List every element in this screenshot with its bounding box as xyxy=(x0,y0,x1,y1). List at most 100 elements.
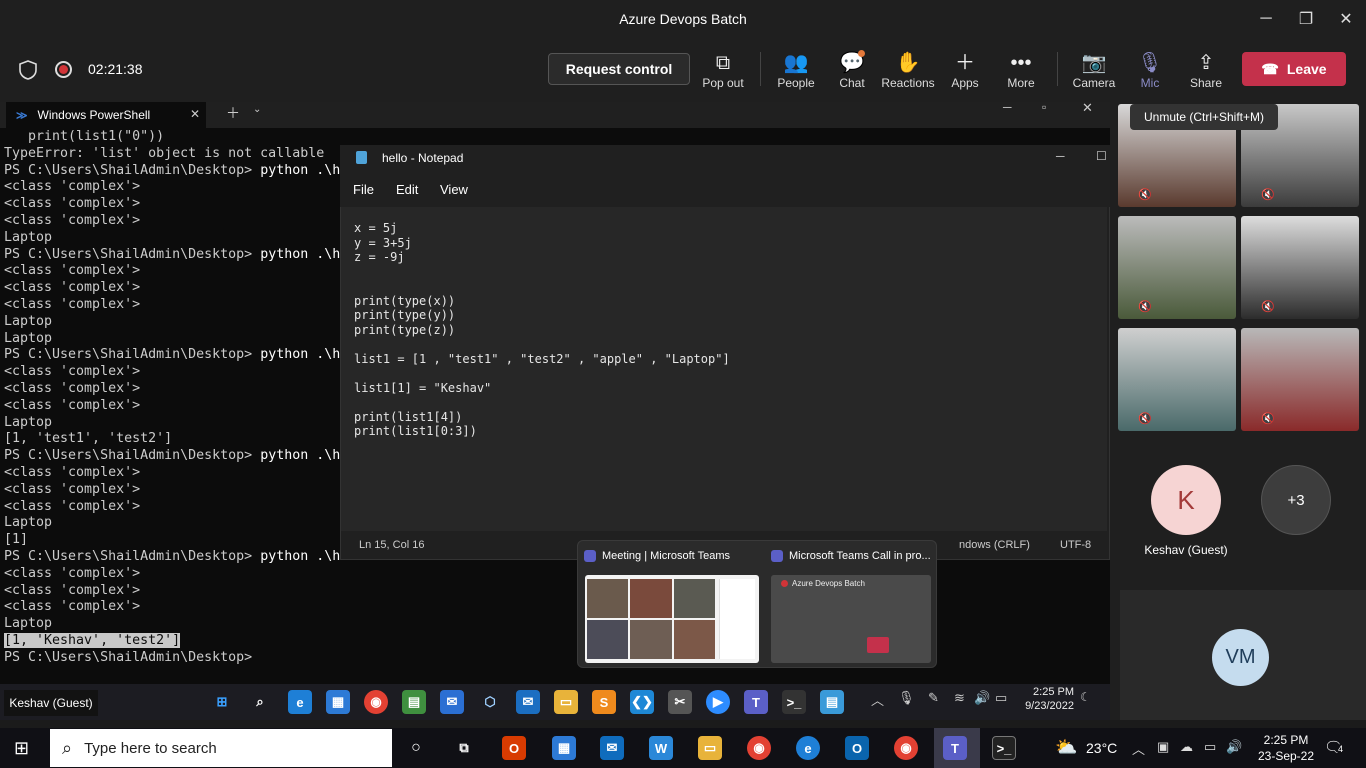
ps-minimize-icon: ─ xyxy=(1003,100,1012,114)
leave-label: Leave xyxy=(1286,61,1327,77)
people-button[interactable]: 👥 People xyxy=(766,50,826,90)
terminal-line: PS C:\Users\ShailAdmin\Desktop> python .… xyxy=(4,548,344,564)
status-encoding: UTF-8 xyxy=(1060,539,1092,551)
apps-button[interactable]: ＋ Apps xyxy=(935,50,995,90)
mic-off-icon: 🎙 xyxy=(1137,52,1163,74)
terminal-line: <class 'complex'> xyxy=(4,380,141,396)
file-explorer-icon: ▭ xyxy=(554,690,578,714)
notepad-icon xyxy=(356,151,367,164)
terminal-line: [1, 'Keshav', 'test2'] xyxy=(4,632,181,648)
chat-button[interactable]: 💬 Chat xyxy=(822,50,882,90)
call-thumb-label: Azure Devops Batch xyxy=(792,579,865,588)
volume-icon[interactable]: 🔊 xyxy=(1226,739,1242,755)
start-button[interactable]: ⊞ xyxy=(14,738,29,759)
more-button[interactable]: ••• More xyxy=(991,50,1051,90)
weather-icon: ⛅ xyxy=(1055,737,1078,757)
menu-view: View xyxy=(440,182,468,197)
office-icon[interactable]: O xyxy=(502,736,526,760)
word-icon[interactable]: W xyxy=(649,736,673,760)
terminal-line: <class 'complex'> xyxy=(4,179,141,195)
snipping-tool-icon: ✂ xyxy=(668,690,692,714)
unmute-tooltip: Unmute (Ctrl+Shift+M) xyxy=(1130,104,1278,130)
edge-icon: e xyxy=(288,690,312,714)
participant-video[interactable]: 🔇 xyxy=(1241,216,1359,319)
minimize-button[interactable]: ─ xyxy=(1246,0,1286,38)
notepad-taskbar-icon: ▤ xyxy=(820,690,844,714)
tab-close-icon: ✕ xyxy=(190,107,201,121)
battery-icon[interactable]: ▭ xyxy=(1204,739,1216,755)
preview-left-label: Meeting | Microsoft Teams xyxy=(602,550,730,562)
clock-date: 23-Sep-22 xyxy=(1257,749,1315,763)
chrome-icon[interactable]: ◉ xyxy=(894,736,918,760)
terminal-line: Laptop xyxy=(4,616,53,632)
more-label: More xyxy=(1007,76,1035,90)
store-icon[interactable]: ▦ xyxy=(552,736,576,760)
chat-icon: 💬 xyxy=(839,52,865,74)
taskbar-preview-popup: Meeting | Microsoft Teams Microsoft Team… xyxy=(577,540,937,668)
menu-file: File xyxy=(353,182,374,197)
ps-maximize-icon: ▫ xyxy=(1042,100,1047,114)
vm-avatar: VM xyxy=(1212,629,1269,686)
taskbar-search-box[interactable]: ⌕ Type here to search xyxy=(50,729,392,767)
share-icon: ⇪ xyxy=(1197,52,1215,74)
teams-icon[interactable]: T xyxy=(943,736,967,760)
outlook-icon[interactable]: O xyxy=(845,736,869,760)
tab-dropdown-icon: ⌄ xyxy=(253,104,262,115)
more-participants-button[interactable]: +3 xyxy=(1261,465,1331,535)
camera-button[interactable]: 📷 Camera xyxy=(1064,50,1124,90)
store-icon: ▦ xyxy=(326,690,350,714)
pop-out-icon: ⧉ xyxy=(715,52,731,74)
system-clock[interactable]: 2:25 PM 23-Sep-22 xyxy=(1254,732,1318,764)
close-button[interactable]: ✕ xyxy=(1326,0,1366,38)
terminal-line: <class 'complex'> xyxy=(4,296,141,312)
tray-arrow-icon[interactable]: ︿ xyxy=(1132,739,1145,758)
maximize-button[interactable]: ❐ xyxy=(1286,0,1326,38)
powershell-output: print(list1("0")) TypeError: 'list' objec… xyxy=(4,129,344,674)
terminal-line: <class 'complex'> xyxy=(4,464,141,480)
participant-video[interactable]: 🔇 xyxy=(1118,328,1236,431)
guest-avatar[interactable]: K xyxy=(1151,465,1221,535)
terminal-line: Laptop xyxy=(4,229,53,245)
mic-muted-icon: 🔇 xyxy=(1261,413,1275,425)
task-view-icon[interactable]: ⧉ xyxy=(452,736,476,760)
mail-icon[interactable]: ✉ xyxy=(600,736,624,760)
onedrive-icon[interactable]: ☁ xyxy=(1180,739,1193,755)
ps-close-icon: ✕ xyxy=(1082,100,1093,115)
shield-icon xyxy=(18,60,38,80)
meeting-thumbnail[interactable] xyxy=(585,575,759,663)
edge-icon[interactable]: e xyxy=(796,736,820,760)
focus-moon-icon: ☾ xyxy=(1080,690,1091,704)
chat-label: Chat xyxy=(839,76,865,90)
preview-right-title: Microsoft Teams Call in pro... xyxy=(771,550,931,562)
pop-out-button[interactable]: ⧉ Pop out xyxy=(693,50,753,90)
notification-count: 4 xyxy=(1336,744,1346,754)
participant-video[interactable]: 🔇 xyxy=(1241,328,1359,431)
terminal-line: TypeError: 'list' object is not callable xyxy=(4,145,325,161)
share-button[interactable]: ⇪ Share xyxy=(1176,50,1236,90)
mic-muted-icon: 🔇 xyxy=(1261,189,1275,201)
terminal-line: PS C:\Users\ShailAdmin\Desktop> python .… xyxy=(4,347,341,363)
notification-center-button[interactable]: 🗨 4 xyxy=(1324,738,1346,756)
teams-taskbar-icon: T xyxy=(744,690,768,714)
sublime-icon: S xyxy=(592,690,616,714)
preview-right-label: Microsoft Teams Call in pro... xyxy=(789,550,931,562)
temperature: 23°C xyxy=(1086,740,1118,756)
chrome-icon[interactable]: ◉ xyxy=(747,736,771,760)
people-label: People xyxy=(777,76,815,90)
reactions-button[interactable]: ✋ Reactions xyxy=(878,50,938,90)
wifi-tray-icon: ≋ xyxy=(954,690,965,705)
terminal-line: <class 'complex'> xyxy=(4,364,141,380)
terminal-line: <class 'complex'> xyxy=(4,498,141,514)
participant-video[interactable]: 🔇 xyxy=(1118,216,1236,319)
call-thumbnail[interactable]: Azure Devops Batch xyxy=(771,575,931,663)
terminal-icon[interactable]: >_ xyxy=(992,736,1016,760)
request-control-button[interactable]: Request control xyxy=(548,53,690,85)
shared-date: 9/23/2022 xyxy=(1025,700,1074,712)
meet-now-icon[interactable]: ▣ xyxy=(1157,739,1169,755)
windows-start-icon: ⊞ xyxy=(216,694,228,709)
file-explorer-icon[interactable]: ▭ xyxy=(698,736,722,760)
notepad-minimize-icon: ─ xyxy=(1056,149,1065,163)
mic-button[interactable]: 🎙 Mic xyxy=(1120,50,1180,90)
cortana-icon[interactable]: ○ xyxy=(404,736,428,760)
leave-button[interactable]: ☎ Leave xyxy=(1242,52,1346,86)
